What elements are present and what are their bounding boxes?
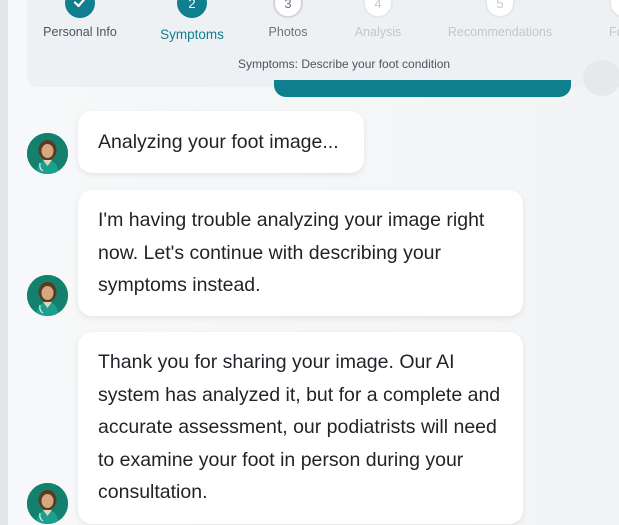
step-label: Personal Info — [43, 25, 117, 39]
assistant-avatar — [27, 275, 68, 316]
assistant-message: Analyzing your foot image... — [78, 111, 364, 173]
left-rail — [0, 0, 8, 525]
step-recommendations[interactable]: 5 Recommendations — [440, 0, 560, 39]
step-label: Recommendations — [447, 25, 553, 39]
step-personal-info[interactable]: Personal Info — [20, 0, 140, 39]
step-circle: 3 — [273, 0, 303, 18]
assistant-message: Thank you for sharing your image. Our AI… — [78, 332, 523, 524]
step-analysis[interactable]: 4 Analysis — [318, 0, 438, 39]
step-circle: 4 — [363, 0, 393, 18]
step-circle-current: 2 — [177, 0, 207, 18]
step-label: Foll — [609, 25, 619, 39]
secondary-round-button[interactable] — [583, 60, 619, 96]
step-label: Analysis — [354, 25, 402, 39]
assistant-message: I'm having trouble analyzing your image … — [78, 190, 523, 316]
step-circle — [609, 0, 619, 18]
checkmark-icon — [73, 0, 87, 12]
step-circle: 5 — [485, 0, 515, 18]
assistant-avatar — [27, 483, 68, 524]
step-caption: Symptoms: Describe your foot condition — [238, 57, 451, 71]
step-follow-up[interactable]: Foll — [609, 0, 619, 39]
assistant-avatar — [27, 133, 68, 174]
step-circle-done — [65, 0, 95, 18]
primary-action-button[interactable] — [274, 80, 571, 97]
